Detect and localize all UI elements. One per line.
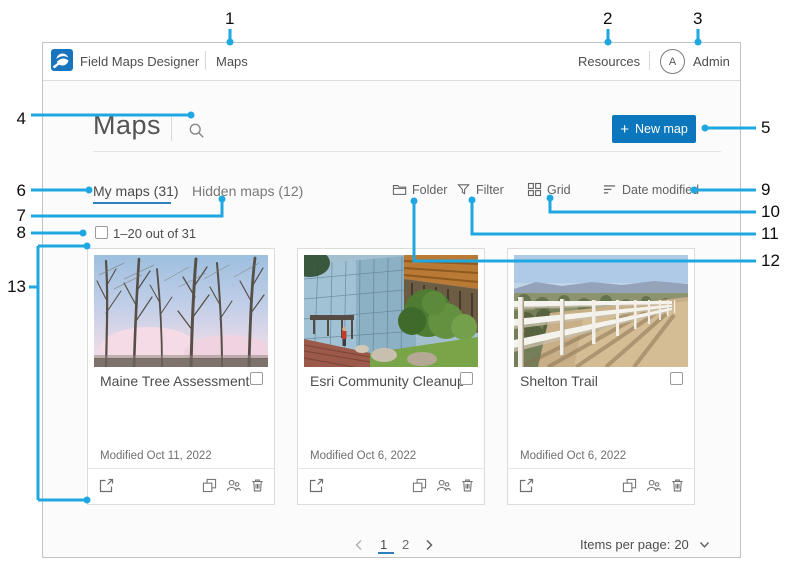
page-title: Maps (93, 110, 161, 141)
callout-number-8: 8 (2, 224, 26, 242)
sort-icon (602, 182, 617, 197)
avatar-initial: A (669, 56, 676, 68)
map-card-maine-tree[interactable]: Maine Tree Assessment Modified Oct 11, 2… (87, 248, 275, 505)
app-title: Field Maps Designer (80, 54, 199, 69)
active-page-underline (378, 552, 394, 554)
card-footer-divider (88, 468, 274, 469)
tab-hidden-maps[interactable]: Hidden maps (12) (192, 183, 303, 199)
winter-trees-image (94, 255, 268, 367)
folder-icon (392, 182, 407, 197)
folder-label: Folder (412, 183, 447, 197)
card-checkbox[interactable] (670, 372, 683, 385)
duplicate-icon[interactable] (622, 478, 637, 493)
callout-number-2: 2 (603, 10, 612, 28)
nav-maps[interactable]: Maps (216, 54, 248, 69)
selection-range-label: 1–20 out of 31 (113, 226, 196, 241)
share-group-icon[interactable] (226, 478, 241, 493)
launch-icon (308, 478, 324, 494)
card-thumbnail (514, 255, 688, 367)
chevron-left-icon[interactable] (354, 539, 364, 551)
page-button-1[interactable]: 1 (380, 537, 387, 552)
open-map-button[interactable] (98, 478, 114, 494)
card-footer-divider (508, 468, 694, 469)
tab-my-maps[interactable]: My maps (31) (93, 183, 179, 199)
card-checkbox[interactable] (250, 372, 263, 385)
plus-icon: + (620, 122, 629, 137)
grid-view-button[interactable]: Grid (527, 182, 571, 197)
header-divider (205, 51, 206, 70)
share-group-icon[interactable] (436, 478, 451, 493)
card-title: Maine Tree Assessment (100, 373, 249, 389)
callout-number-12: 12 (761, 252, 780, 270)
callout-number-5: 5 (761, 119, 770, 137)
trash-icon[interactable] (250, 478, 265, 493)
sort-label: Date modified (622, 183, 699, 197)
new-map-button[interactable]: + New map (612, 115, 696, 143)
chevron-right-icon[interactable] (424, 539, 434, 551)
callout-number-13: 13 (2, 278, 26, 296)
duplicate-icon[interactable] (202, 478, 217, 493)
callout-number-9: 9 (761, 181, 770, 199)
card-thumbnail (94, 255, 268, 367)
callout-number-1: 1 (225, 10, 234, 28)
launch-icon (98, 478, 114, 494)
header-divider-2 (649, 51, 650, 70)
trash-icon[interactable] (670, 478, 685, 493)
campus-image (304, 255, 478, 367)
callout-number-10: 10 (761, 203, 780, 221)
callout-number-11: 11 (761, 225, 779, 243)
title-divider (171, 117, 172, 141)
items-per-page-select[interactable]: Items per page: 20 (580, 537, 710, 552)
callout-number-4: 4 (2, 110, 26, 128)
search-icon[interactable] (188, 122, 205, 139)
map-card-shelton-trail[interactable]: Shelton Trail Modified Oct 6, 2022 (507, 248, 695, 505)
open-map-button[interactable] (308, 478, 324, 494)
launch-icon (518, 478, 534, 494)
card-modified-date: Modified Oct 11, 2022 (100, 450, 212, 462)
card-checkbox[interactable] (460, 372, 473, 385)
card-actions (412, 478, 475, 493)
sort-button[interactable]: Date modified (602, 182, 699, 197)
grid-label: Grid (547, 183, 571, 197)
filter-icon (456, 182, 471, 197)
items-per-page-value: 20 (674, 537, 688, 552)
esri-logo-icon (51, 49, 73, 71)
page-button-2[interactable]: 2 (402, 537, 409, 552)
section-divider (93, 151, 721, 152)
new-map-label: New map (635, 122, 688, 136)
folder-button[interactable]: Folder (392, 182, 447, 197)
filter-button[interactable]: Filter (456, 182, 504, 197)
open-map-button[interactable] (518, 478, 534, 494)
nav-resources[interactable]: Resources (578, 54, 640, 69)
card-title: Shelton Trail (520, 373, 598, 389)
items-per-page-label: Items per page: (580, 537, 670, 552)
active-tab-underline (93, 202, 171, 204)
callout-number-3: 3 (693, 10, 702, 28)
card-modified-date: Modified Oct 6, 2022 (310, 450, 416, 462)
share-group-icon[interactable] (646, 478, 661, 493)
avatar[interactable]: A (660, 49, 685, 74)
duplicate-icon[interactable] (412, 478, 427, 493)
select-page-checkbox[interactable] (95, 226, 108, 239)
grid-icon (527, 182, 542, 197)
chevron-down-icon (699, 541, 710, 549)
trash-icon[interactable] (460, 478, 475, 493)
card-actions (202, 478, 265, 493)
card-title: Esri Community Cleanup (310, 373, 465, 389)
trail-fence-image (514, 255, 688, 367)
card-modified-date: Modified Oct 6, 2022 (520, 450, 626, 462)
map-card-esri-cleanup[interactable]: Esri Community Cleanup Modified Oct 6, 2… (297, 248, 485, 505)
callout-number-6: 6 (2, 182, 26, 200)
card-actions (622, 478, 685, 493)
card-thumbnail (304, 255, 478, 367)
card-footer-divider (298, 468, 484, 469)
callout-number-7: 7 (2, 207, 26, 225)
user-menu[interactable]: Admin (693, 54, 730, 69)
filter-label: Filter (476, 183, 504, 197)
